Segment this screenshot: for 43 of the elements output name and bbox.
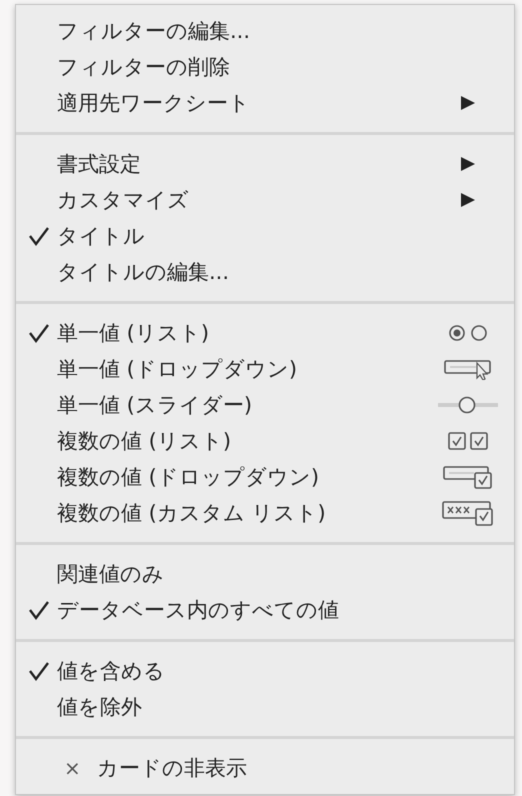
- menu-item[interactable]: 適用先ワークシート: [16, 85, 514, 121]
- menu-item-label: フィルターの削除: [57, 54, 230, 81]
- menu-item[interactable]: データベース内のすべての値: [16, 592, 514, 628]
- menu-item-label: 書式設定: [57, 151, 141, 178]
- menu-item[interactable]: 複数の値 (ドロップダウン): [16, 459, 514, 495]
- menu-item-label: 値を除外: [57, 694, 142, 721]
- radio-buttons-icon: [446, 323, 490, 343]
- menu-item-label: 単一値 (リスト): [57, 320, 210, 347]
- menu-item-label: フィルターの編集...: [57, 18, 250, 45]
- dropdown-icon: [443, 358, 493, 380]
- menu-item-label: 複数の値 (カスタム リスト): [57, 500, 326, 527]
- close-glyph: ×: [64, 756, 81, 780]
- menu-item[interactable]: × カードの非表示: [16, 750, 514, 786]
- menu-item[interactable]: 書式設定: [16, 146, 514, 182]
- menu-item[interactable]: 関連値のみ: [16, 556, 514, 592]
- menu-item-label: データベース内のすべての値: [57, 597, 339, 624]
- menu-item[interactable]: 単一値 (リスト): [16, 315, 514, 351]
- multi-select-dropdown-icon: [442, 465, 494, 489]
- menu-item-label: 値を含める: [57, 658, 165, 685]
- menu-item-label: 単一値 (ドロップダウン): [57, 356, 298, 383]
- menu-item[interactable]: タイトルの編集...: [16, 254, 514, 290]
- menu-item-label: 関連値のみ: [57, 561, 164, 588]
- menu-item-label: 単一値 (スライダー): [57, 392, 252, 419]
- menu-item-label: 複数の値 (ドロップダウン): [57, 464, 320, 491]
- menu-item[interactable]: 単一値 (スライダー): [16, 387, 514, 423]
- menu-item-label: カスタマイズ: [57, 187, 189, 214]
- slider-icon: [438, 395, 498, 415]
- menu-item[interactable]: カスタマイズ: [16, 182, 514, 218]
- menu-item-label: 適用先ワークシート: [57, 90, 250, 117]
- menu-item[interactable]: 値を含める: [16, 653, 514, 689]
- menu-item[interactable]: 単一値 (ドロップダウン): [16, 351, 514, 387]
- checkboxes-icon: [446, 431, 490, 451]
- custom-list-icon: [441, 500, 495, 526]
- menu-item[interactable]: タイトル: [16, 218, 514, 254]
- menu-item[interactable]: 複数の値 (リスト): [16, 423, 514, 459]
- menu-item[interactable]: フィルターの編集...: [16, 13, 514, 49]
- menu-item-label: タイトルの編集...: [57, 259, 230, 286]
- menu-item[interactable]: 値を除外: [16, 689, 514, 725]
- menu-item-label: カードの非表示: [96, 755, 247, 782]
- menu-item-label: タイトル: [57, 223, 145, 250]
- menu-item-label: 複数の値 (リスト): [57, 428, 232, 455]
- menu-item[interactable]: フィルターの削除: [16, 49, 514, 85]
- menu-item[interactable]: 複数の値 (カスタム リスト): [16, 495, 514, 531]
